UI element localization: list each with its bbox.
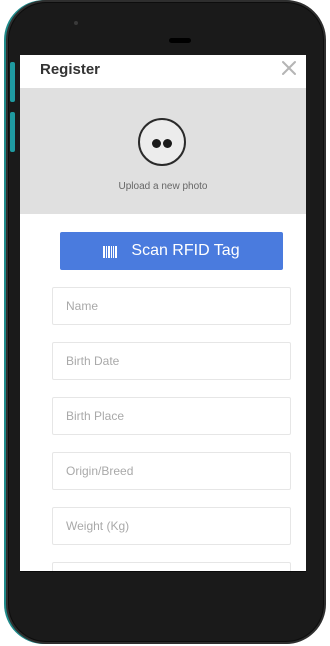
avatar-eye-right bbox=[163, 139, 172, 148]
app-screen: Register Upload a new photo Scan RFID Ta… bbox=[20, 55, 306, 571]
front-camera bbox=[74, 21, 78, 25]
scan-rfid-label: Scan RFID Tag bbox=[131, 242, 240, 259]
weight-input[interactable] bbox=[52, 507, 291, 545]
photo-upload-area[interactable]: Upload a new photo bbox=[20, 88, 306, 214]
avatar-eye-left bbox=[152, 139, 161, 148]
avatar-placeholder-icon bbox=[138, 118, 186, 166]
screen-bottom-edge bbox=[20, 571, 306, 572]
birth-place-input[interactable] bbox=[52, 397, 291, 435]
name-input[interactable] bbox=[52, 287, 291, 325]
dialog-title: Register bbox=[40, 61, 101, 78]
volume-down-button bbox=[10, 112, 15, 152]
scan-rfid-button[interactable]: Scan RFID Tag bbox=[60, 232, 283, 270]
birth-date-input[interactable] bbox=[52, 342, 291, 380]
upload-photo-label[interactable]: Upload a new photo bbox=[20, 181, 306, 192]
barcode-icon bbox=[103, 245, 118, 258]
origin-breed-input[interactable] bbox=[52, 452, 291, 490]
earpiece-speaker bbox=[169, 38, 191, 43]
close-icon[interactable] bbox=[280, 59, 298, 77]
volume-up-button bbox=[10, 62, 15, 102]
next-field-input[interactable] bbox=[52, 562, 291, 571]
dialog-header: Register bbox=[20, 55, 306, 88]
